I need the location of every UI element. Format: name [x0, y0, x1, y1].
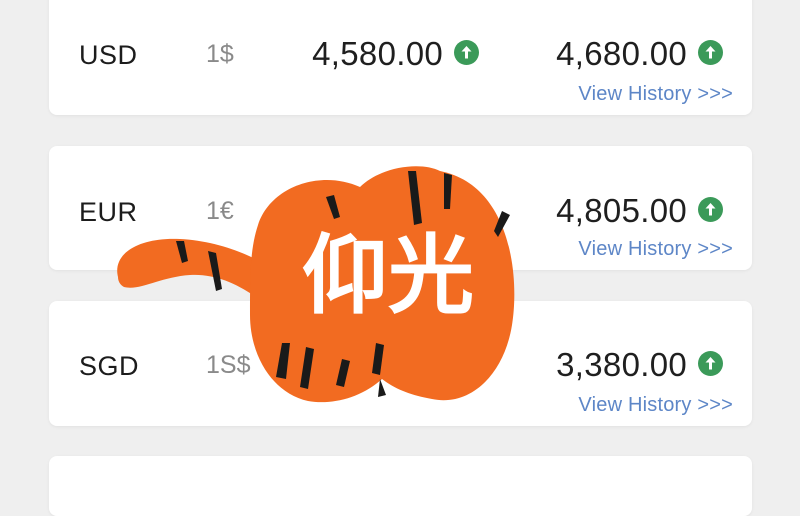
currency-code: SGD: [79, 351, 140, 381]
sell-rate: 3,380.00: [556, 346, 687, 383]
trend-up-icon: [698, 197, 723, 222]
buy-rate: 4,580.00: [312, 35, 443, 72]
rate-card-usd: USD 1$ 4,580.00 4,680.00 View History >>…: [49, 0, 752, 115]
sell-rate: 4,680.00: [556, 35, 687, 72]
currency-code: USD: [79, 40, 138, 70]
view-history-link[interactable]: View History >>>: [578, 83, 733, 106]
view-history-link[interactable]: View History >>>: [578, 238, 733, 261]
trend-up-icon: [698, 40, 723, 65]
currency-unit: 1$: [206, 40, 234, 68]
rate-card-eur: EUR 1€ 4,805.00 View History >>>: [49, 146, 752, 270]
trend-up-icon: [454, 40, 479, 65]
currency-unit: 1€: [206, 197, 234, 225]
rate-card-partial: [49, 456, 752, 516]
rate-card-sgd: SGD 1S$ 3,380.00 View History >>>: [49, 301, 752, 426]
currency-code: EUR: [79, 197, 138, 227]
view-history-link[interactable]: View History >>>: [578, 394, 733, 417]
sell-rate: 4,805.00: [556, 192, 687, 229]
currency-unit: 1S$: [206, 351, 251, 379]
trend-up-icon: [698, 351, 723, 376]
